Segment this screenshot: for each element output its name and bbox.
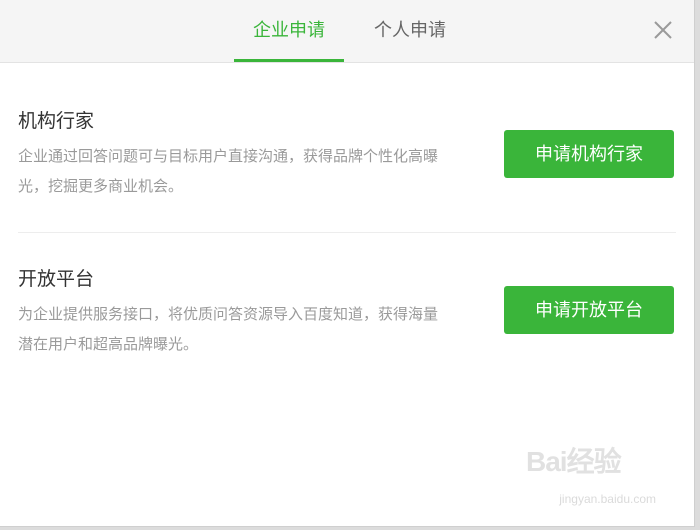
close-icon[interactable]	[652, 19, 674, 41]
watermark-logo: Bai经验	[526, 446, 622, 477]
apply-open-platform-button[interactable]: 申请开放平台	[504, 286, 674, 334]
section-institution-expert: 机构行家 企业通过回答问题可与目标用户直接沟通，获得品牌个性化高曝光，挖掘更多商…	[18, 108, 676, 233]
section-description: 企业通过回答问题可与目标用户直接沟通，获得品牌个性化高曝光，挖掘更多商业机会。	[18, 148, 439, 195]
dialog-header: 企业申请 个人申请	[0, 0, 694, 63]
tab-personal-apply[interactable]: 个人申请	[350, 0, 470, 62]
apply-dialog: 企业申请 个人申请 机构行家 企业通过回答问题可与目标用户直接沟通，获得品牌个性…	[0, 0, 695, 527]
tab-bar: 企业申请 个人申请	[234, 0, 470, 62]
baidu-jingyan-watermark: Bai经验 jingyan.baidu.com	[526, 436, 656, 506]
section-open-platform: 开放平台 为企业提供服务接口，将优质问答资源导入百度知道，获得海量潜在用户和超高…	[18, 266, 676, 376]
apply-institution-expert-button[interactable]: 申请机构行家	[504, 130, 674, 178]
section-description: 为企业提供服务接口，将优质问答资源导入百度知道，获得海量潜在用户和超高品牌曝光。	[18, 306, 439, 353]
watermark-url: jingyan.baidu.com	[559, 492, 656, 506]
tab-enterprise-apply[interactable]: 企业申请	[234, 0, 344, 62]
